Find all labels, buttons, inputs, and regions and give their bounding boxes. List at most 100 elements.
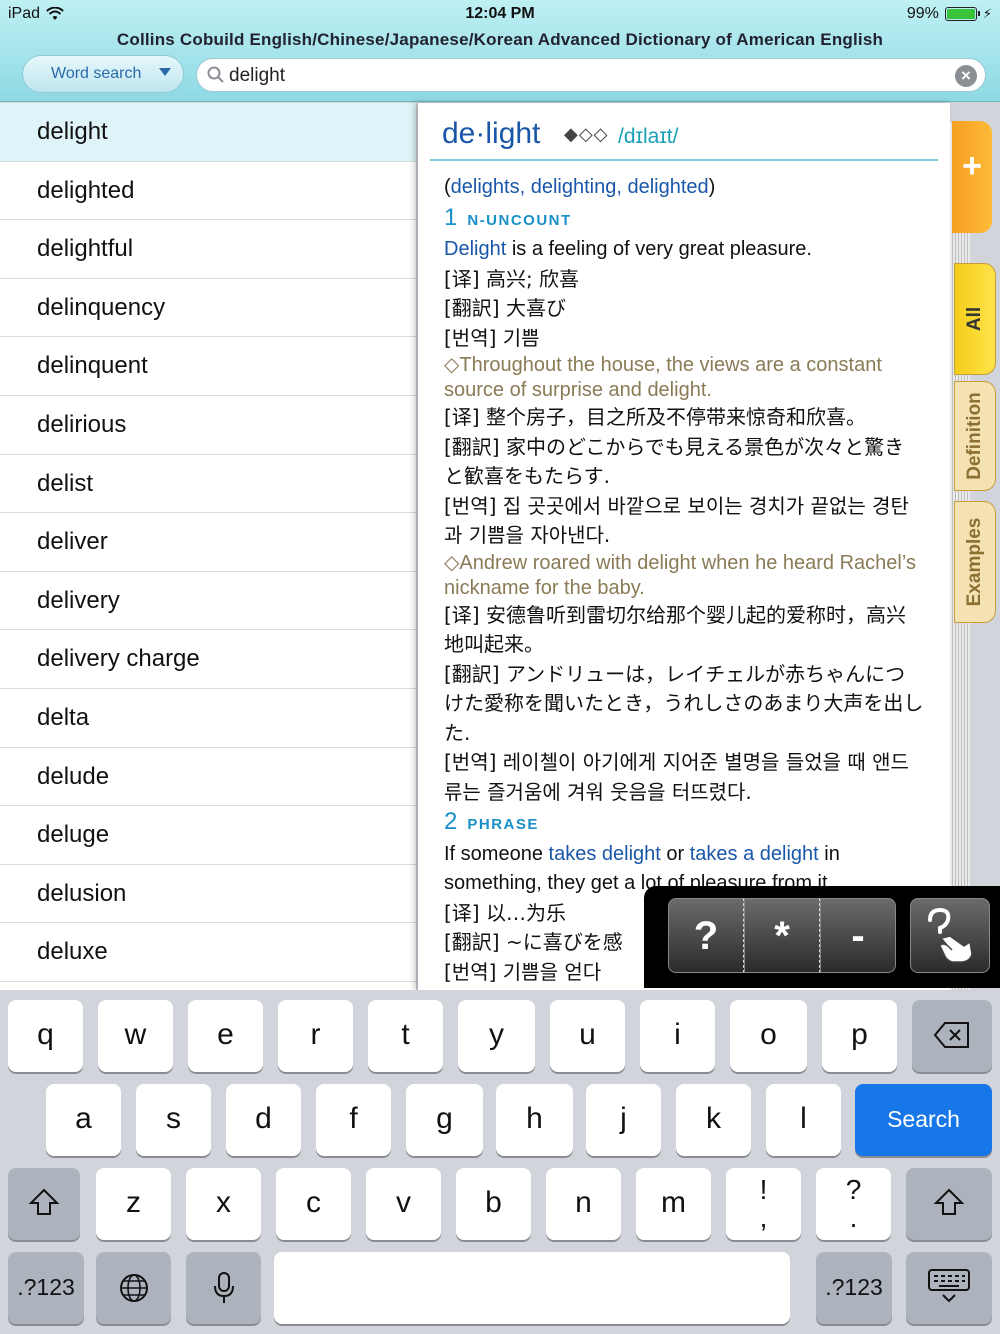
key-h[interactable]: h [496, 1084, 573, 1156]
list-item[interactable]: deluge [0, 806, 416, 865]
shift-icon [28, 1188, 60, 1215]
wildcard-minus-button[interactable]: - [820, 898, 896, 973]
list-item[interactable]: delivery charge [0, 630, 416, 689]
shift-key-left[interactable] [8, 1168, 80, 1240]
key-k[interactable]: k [676, 1084, 751, 1156]
key-c[interactable]: c [276, 1168, 351, 1240]
example-translation-zh: [译] 整个房子，目之所及不停带来惊奇和欣喜。 [444, 405, 866, 429]
translation-ja: [翻訳] 大喜び [444, 296, 566, 320]
list-item[interactable]: delinquency [0, 279, 416, 338]
key-x[interactable]: x [186, 1168, 261, 1240]
tab-definition[interactable]: Definition [954, 381, 996, 491]
wildcard-toolbar: ? * - [644, 886, 1000, 988]
battery-percent: 99% [906, 5, 939, 22]
sense-header: 1 N-UNCOUNT [444, 203, 924, 236]
tab-all[interactable]: All [954, 263, 996, 375]
paren-close: ) [708, 176, 716, 198]
definition-body: (delights, delighting, delighted) 1 N-UNC… [444, 173, 924, 987]
key-y[interactable]: y [458, 1000, 535, 1072]
list-item[interactable]: deliver [0, 513, 416, 572]
globe-icon [119, 1274, 148, 1302]
shift-key-right[interactable] [906, 1168, 992, 1240]
example-translation-ja: [翻訳] 家中のどこからでも見える景色が次々と驚きと歓喜をもたらす. [444, 434, 905, 489]
key-l[interactable]: l [766, 1084, 841, 1156]
space-key[interactable] [274, 1252, 790, 1324]
translation-zh: [译] 高兴; 欣喜 [444, 266, 580, 291]
key-s[interactable]: s [136, 1084, 211, 1156]
example-translation-ko: [번역] 레이첼이 아기에게 지어준 별명을 들었을 때 앤드류는 즐거움에 겨… [444, 750, 909, 804]
definition-text: or [660, 842, 690, 865]
key-q[interactable]: q [8, 1000, 83, 1072]
list-item[interactable]: delist [0, 455, 416, 514]
pronunciation[interactable]: /dɪlaɪt/ [618, 125, 678, 149]
tab-examples[interactable]: Examples [954, 501, 996, 623]
key-w[interactable]: w [98, 1000, 173, 1072]
dictation-key[interactable] [186, 1252, 261, 1324]
list-item[interactable]: delinquent [0, 337, 416, 396]
list-item[interactable]: delude [0, 748, 416, 807]
key-i[interactable]: i [640, 1000, 715, 1072]
tab-definition-label: Definition [964, 392, 985, 480]
phrase-link[interactable]: takes a delight [690, 843, 819, 865]
side-tabs: + All Definition Examples [950, 103, 1000, 990]
key-j[interactable]: j [586, 1084, 661, 1156]
numbers-key-left[interactable]: .?123 [8, 1252, 84, 1324]
add-bookmark-button[interactable]: + [952, 121, 992, 233]
numbers-key-right[interactable]: .?123 [816, 1252, 892, 1324]
backspace-key[interactable] [912, 1000, 992, 1072]
charging-icon: ⚡ [982, 6, 992, 21]
sense-header: 2 PHRASE [444, 807, 924, 840]
definition-panel[interactable]: de·light ◆◇◇ /dɪlaɪt/ (delights, delight… [418, 103, 950, 990]
key-v[interactable]: v [366, 1168, 441, 1240]
key-d[interactable]: d [226, 1084, 301, 1156]
tab-all-label: All [964, 306, 985, 332]
key-z[interactable]: z [96, 1168, 171, 1240]
key-a[interactable]: a [46, 1084, 121, 1156]
key-t[interactable]: t [368, 1000, 443, 1072]
key-period-label: . [849, 1202, 858, 1233]
key-n[interactable]: n [546, 1168, 621, 1240]
key-question-period[interactable]: ?. [816, 1168, 891, 1240]
shift-icon [933, 1188, 965, 1215]
key-f[interactable]: f [316, 1084, 391, 1156]
list-item[interactable]: deluxe [0, 923, 416, 982]
key-exclaim-comma[interactable]: !, [726, 1168, 801, 1240]
list-item[interactable]: delta [0, 689, 416, 748]
key-r[interactable]: r [278, 1000, 353, 1072]
search-box[interactable]: × [196, 58, 986, 92]
list-item[interactable]: delight [0, 103, 416, 162]
list-item[interactable]: delirious [0, 396, 416, 455]
key-question-label: ? [845, 1174, 862, 1205]
wildcard-help-button[interactable] [910, 898, 990, 973]
list-item[interactable]: delightful [0, 220, 416, 279]
headword: de·light [442, 117, 541, 150]
inflection-forms[interactable]: delights, delighting, delighted [451, 176, 709, 198]
search-key[interactable]: Search [855, 1084, 992, 1156]
list-item[interactable]: delivery [0, 572, 416, 631]
key-comma-label: , [759, 1202, 768, 1233]
list-item[interactable]: delighted [0, 162, 416, 221]
clear-search-button[interactable]: × [955, 65, 977, 87]
list-item[interactable]: delusion [0, 865, 416, 924]
key-e[interactable]: e [188, 1000, 263, 1072]
globe-key[interactable] [96, 1252, 171, 1324]
key-u[interactable]: u [550, 1000, 625, 1072]
status-bar: iPad 12:04 PM 99% ⚡ [0, 0, 1000, 28]
example-translation-ko: [번역] 집 곳곳에서 바깥으로 보이는 경치가 끝없는 경탄과 기쁨을 자아낸… [444, 493, 909, 548]
key-p[interactable]: p [822, 1000, 897, 1072]
definition-text: is a feeling of very great pleasure. [506, 238, 812, 260]
key-m[interactable]: m [636, 1168, 711, 1240]
example-sentence: ◇Throughout the house, the views are a c… [444, 354, 882, 401]
key-o[interactable]: o [730, 1000, 807, 1072]
search-mode-dropdown[interactable]: Word search [22, 55, 184, 93]
wildcard-star-button[interactable]: * [744, 898, 820, 973]
search-input[interactable] [229, 63, 929, 89]
phrase-link[interactable]: takes delight [549, 843, 661, 865]
definition-term[interactable]: Delight [444, 238, 506, 260]
wildcard-question-button[interactable]: ? [668, 898, 744, 973]
part-of-speech: PHRASE [467, 816, 539, 833]
word-list[interactable]: delight delighted delightful delinquency… [0, 103, 416, 990]
key-b[interactable]: b [456, 1168, 531, 1240]
hide-keyboard-key[interactable] [906, 1252, 992, 1324]
key-g[interactable]: g [406, 1084, 483, 1156]
